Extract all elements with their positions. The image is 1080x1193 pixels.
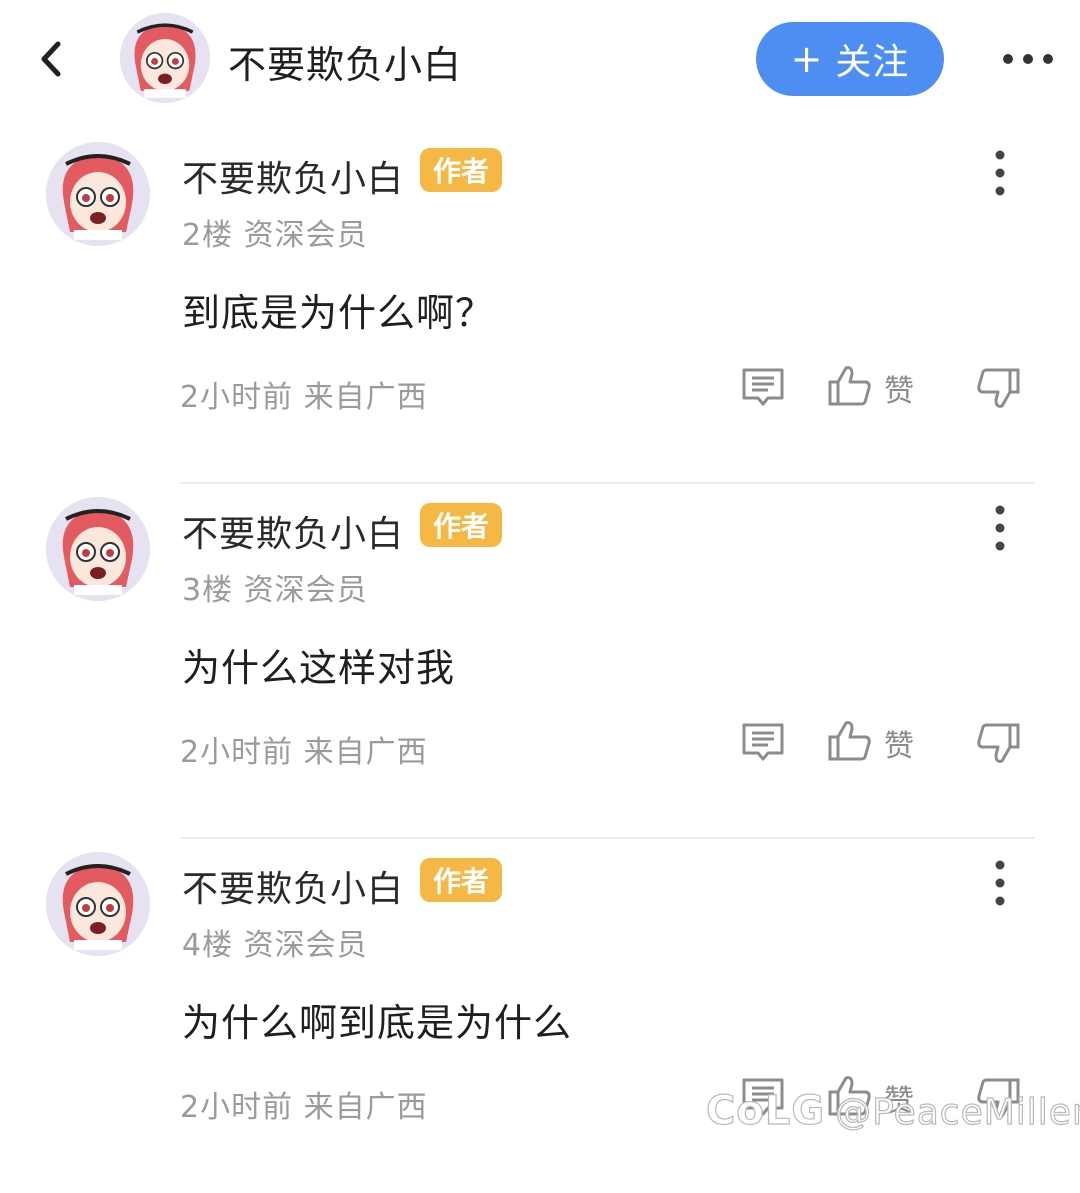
reply-content: 为什么这样对我: [182, 646, 456, 690]
like-label[interactable]: 赞: [884, 721, 914, 765]
thumbs-down-icon[interactable]: [974, 364, 1022, 412]
watermark-logo: CoLG: [705, 1087, 826, 1134]
reply-content: 为什么啊到底是为什么: [182, 1001, 573, 1045]
more-horizontal-icon[interactable]: [998, 46, 1058, 72]
floor-meta: 2楼 资深会员: [182, 218, 368, 253]
author-badge: 作者: [420, 503, 502, 547]
avatar[interactable]: [46, 852, 150, 956]
avatar[interactable]: [46, 497, 150, 601]
thumbs-up-icon[interactable]: [826, 717, 874, 765]
avatar[interactable]: [46, 142, 150, 246]
reply-item: 不要欺负小白 作者 3楼 资深会员 为什么这样对我 2小时前 来自广西 赞: [0, 483, 1080, 839]
author-name[interactable]: 不要欺负小白: [182, 860, 404, 912]
reply-content: 到底是为什么啊？: [182, 291, 495, 335]
reply-item: 不要欺负小白 作者 4楼 资深会员 为什么啊到底是为什么 2小时前 来自广西 赞: [0, 838, 1080, 1193]
thumbs-down-icon[interactable]: [974, 719, 1022, 767]
author-badge: 作者: [420, 148, 502, 192]
page-title: 不要欺负小白: [228, 43, 463, 87]
reply-item: 不要欺负小白 作者 2楼 资深会员 到底是为什么啊？ 2小时前 来自广西 赞: [0, 128, 1080, 484]
floor-meta: 3楼 资深会员: [182, 573, 368, 608]
like-label[interactable]: 赞: [884, 366, 914, 410]
more-vertical-icon[interactable]: [986, 503, 1014, 553]
follow-button[interactable]: + 关注: [756, 22, 944, 96]
author-name[interactable]: 不要欺负小白: [182, 150, 404, 202]
chevron-left-icon[interactable]: [30, 36, 74, 82]
thumbs-up-icon[interactable]: [826, 362, 874, 410]
more-vertical-icon[interactable]: [986, 148, 1014, 198]
avatar[interactable]: [120, 13, 210, 103]
comment-icon[interactable]: [740, 364, 786, 410]
follow-label: 关注: [835, 42, 910, 83]
top-bar: 不要欺负小白 + 关注: [0, 0, 1080, 115]
plus-icon: +: [790, 37, 824, 81]
author-badge: 作者: [420, 858, 502, 902]
floor-meta: 4楼 资深会员: [182, 928, 368, 963]
reply-time: 2小时前 来自广西: [180, 735, 428, 770]
more-vertical-icon[interactable]: [986, 858, 1014, 908]
author-name[interactable]: 不要欺负小白: [182, 505, 404, 557]
reply-time: 2小时前 来自广西: [180, 380, 428, 415]
watermark: CoLG @PeaceMiller: [705, 1087, 1080, 1134]
reply-time: 2小时前 来自广西: [180, 1090, 428, 1125]
comment-icon[interactable]: [740, 719, 786, 765]
watermark-handle: @PeaceMiller: [835, 1091, 1080, 1133]
